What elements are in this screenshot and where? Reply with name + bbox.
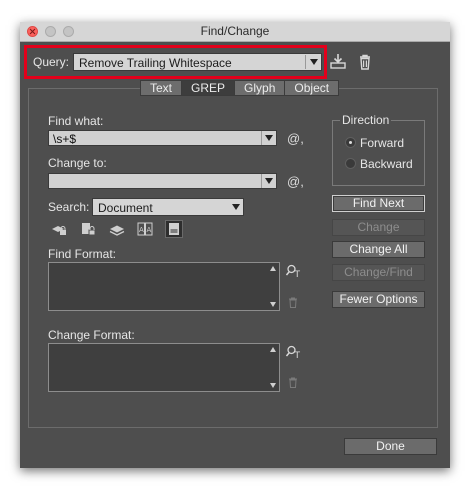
direction-group: [332, 120, 425, 186]
backward-label[interactable]: Backward: [360, 157, 413, 171]
search-label: Search:: [48, 200, 90, 214]
find-change-dialog: Find/Change Query: Remove Trailing White…: [20, 22, 450, 468]
title-bar: Find/Change: [20, 22, 450, 42]
scroll-up-icon[interactable]: [270, 266, 276, 271]
change-format-box[interactable]: [48, 343, 280, 392]
tab-bar: Text GREP Glyph Object: [140, 80, 340, 96]
include-locked-layers-icon[interactable]: [51, 221, 67, 237]
change-button[interactable]: Change: [332, 219, 425, 236]
change-to-field[interactable]: [48, 173, 277, 189]
specify-find-format-icon[interactable]: T: [286, 264, 302, 278]
find-next-button[interactable]: Find Next: [332, 195, 425, 212]
svg-text:A: A: [147, 226, 152, 234]
svg-text:A: A: [139, 226, 144, 234]
chevron-down-icon: [310, 59, 318, 65]
query-label: Query:: [33, 55, 70, 69]
include-footnotes-icon[interactable]: [165, 220, 183, 238]
query-separator: [305, 55, 306, 69]
forward-radio[interactable]: [345, 137, 356, 148]
find-what-label: Find what:: [48, 114, 104, 128]
search-scope-select[interactable]: Document: [92, 198, 244, 216]
scroll-down-icon[interactable]: [270, 302, 276, 307]
save-query-icon[interactable]: [330, 53, 346, 69]
search-scope-value: Document: [98, 201, 153, 215]
include-locked-stories-icon[interactable]: [80, 221, 96, 237]
done-button[interactable]: Done: [344, 438, 437, 455]
scroll-down-icon[interactable]: [270, 383, 276, 388]
change-format-label: Change Format:: [48, 328, 135, 342]
svg-text:T: T: [294, 270, 301, 278]
change-to-dropdown[interactable]: [261, 174, 276, 188]
change-find-button[interactable]: Change/Find: [332, 264, 425, 281]
include-hidden-layers-icon[interactable]: [109, 221, 125, 237]
window-title: Find/Change: [200, 24, 270, 38]
change-to-label: Change to:: [48, 156, 107, 170]
find-format-box[interactable]: [48, 262, 280, 311]
svg-text:T: T: [294, 351, 301, 359]
query-value: Remove Trailing Whitespace: [79, 56, 232, 70]
specify-change-format-icon[interactable]: T: [286, 345, 302, 359]
delete-query-icon[interactable]: [357, 54, 373, 70]
backward-radio[interactable]: [345, 158, 356, 169]
fewer-options-button[interactable]: Fewer Options: [332, 291, 425, 308]
clear-find-format-icon[interactable]: [288, 297, 298, 308]
query-select[interactable]: Remove Trailing Whitespace: [73, 53, 322, 71]
tab-object[interactable]: Object: [284, 80, 340, 96]
tab-text[interactable]: Text: [140, 80, 183, 96]
find-what-field[interactable]: \s+$: [48, 130, 277, 146]
change-all-button[interactable]: Change All: [332, 241, 425, 258]
find-what-dropdown[interactable]: [261, 131, 276, 145]
find-format-label: Find Format:: [48, 247, 117, 261]
chevron-down-icon: [232, 204, 240, 210]
special-characters-for-replace-icon[interactable]: @,: [287, 174, 304, 189]
tab-glyph[interactable]: Glyph: [234, 80, 286, 96]
tab-grep[interactable]: GREP: [181, 80, 236, 96]
special-characters-for-search-icon[interactable]: @,: [287, 131, 304, 146]
scroll-up-icon[interactable]: [270, 347, 276, 352]
find-what-value: \s+$: [53, 132, 77, 146]
forward-label[interactable]: Forward: [360, 136, 404, 150]
clear-change-format-icon[interactable]: [288, 377, 298, 388]
include-master-pages-icon[interactable]: AA: [137, 221, 153, 237]
direction-label: Direction: [340, 113, 392, 127]
